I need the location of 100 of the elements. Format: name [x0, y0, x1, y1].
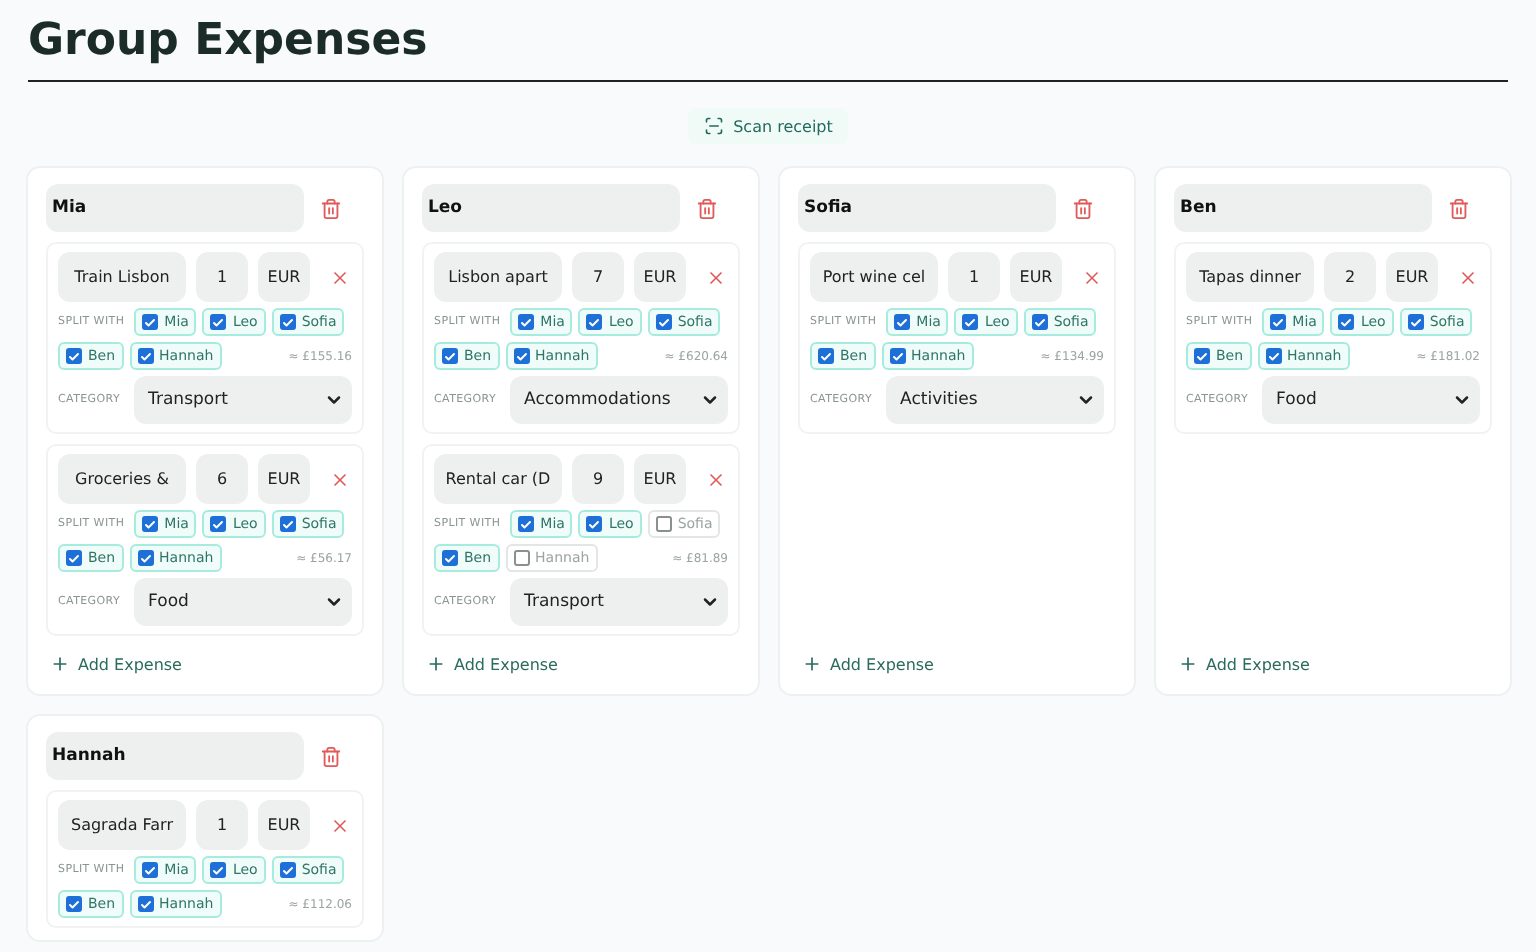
checkbox[interactable] — [655, 314, 672, 330]
checkbox[interactable] — [586, 516, 603, 532]
name-field[interactable]: Hannah — [46, 732, 304, 780]
add-expense-button[interactable]: Add Expense — [422, 646, 562, 682]
checkbox[interactable] — [210, 314, 227, 330]
checkbox[interactable] — [442, 550, 458, 566]
checkbox[interactable] — [142, 516, 159, 532]
remove-icon[interactable] — [330, 267, 350, 287]
name-field[interactable]: Ben — [1174, 184, 1432, 232]
category-select[interactable]: Transport — [134, 376, 352, 424]
checkbox[interactable] — [962, 314, 979, 330]
checkbox[interactable] — [279, 516, 296, 532]
amount-field[interactable]: 1 — [196, 800, 248, 850]
remove-icon[interactable] — [1458, 267, 1478, 287]
check-icon — [68, 349, 80, 363]
checkbox[interactable] — [279, 314, 296, 330]
check-icon — [212, 517, 225, 531]
check-icon — [1196, 349, 1208, 363]
checkbox[interactable] — [818, 348, 834, 364]
description-field[interactable]: Rental car (D — [434, 454, 562, 504]
currency-select[interactable]: EUR — [258, 800, 310, 850]
checkbox[interactable] — [513, 550, 530, 566]
remove-icon[interactable] — [330, 469, 350, 489]
checkbox[interactable] — [442, 348, 458, 364]
checkbox[interactable] — [1407, 314, 1424, 330]
currency-select[interactable]: EUR — [258, 454, 310, 504]
currency-select[interactable]: EUR — [634, 252, 686, 302]
amount-field[interactable]: 6 — [196, 454, 248, 504]
checkbox[interactable] — [655, 516, 672, 532]
checkbox[interactable] — [1338, 314, 1355, 330]
currency-select[interactable]: EUR — [258, 252, 310, 302]
category-select[interactable]: Accommodations — [510, 376, 728, 424]
checkbox[interactable] — [142, 314, 159, 330]
delete-icon[interactable] — [320, 745, 342, 767]
check-icon — [139, 551, 152, 565]
remove-icon[interactable] — [1082, 267, 1102, 287]
description-field[interactable]: Train Lisbon — [58, 252, 186, 302]
amount-field[interactable]: 9 — [572, 454, 624, 504]
scan-icon — [703, 116, 724, 136]
description-field[interactable]: Lisbon apart — [434, 252, 562, 302]
add-expense-button[interactable]: Add Expense — [46, 646, 186, 682]
remove-icon[interactable] — [706, 267, 726, 287]
scan-receipt-button[interactable]: Scan receipt — [687, 108, 849, 144]
currency-select[interactable]: EUR — [634, 454, 686, 504]
checkbox[interactable] — [66, 896, 82, 912]
checkbox[interactable] — [586, 314, 603, 330]
checkbox[interactable] — [137, 896, 154, 912]
add-expense-button[interactable]: Add Expense — [1174, 646, 1314, 682]
checkbox[interactable] — [279, 862, 296, 878]
remove-icon[interactable] — [330, 815, 350, 835]
chevron-down-icon — [1452, 390, 1472, 410]
remove-icon[interactable] — [706, 469, 726, 489]
currency-select[interactable]: EUR — [1386, 252, 1438, 302]
checkbox[interactable] — [1194, 348, 1210, 364]
check-icon — [657, 315, 670, 329]
description-field[interactable]: Sagrada Farr — [58, 800, 186, 850]
category-select[interactable]: Food — [134, 578, 352, 626]
currency-select[interactable]: EUR — [1010, 252, 1062, 302]
checkbox[interactable] — [137, 550, 154, 566]
amount-field[interactable]: 2 — [1324, 252, 1376, 302]
checkbox[interactable] — [1031, 314, 1048, 330]
checkbox[interactable] — [894, 314, 911, 330]
amount-field[interactable]: 1 — [948, 252, 1000, 302]
checkbox[interactable] — [210, 516, 227, 532]
check-icon — [520, 315, 533, 329]
name-field[interactable]: Mia — [46, 184, 304, 232]
delete-icon[interactable] — [696, 197, 718, 219]
check-icon — [444, 551, 456, 565]
checkbox[interactable] — [142, 862, 159, 878]
name-field[interactable]: Leo — [422, 184, 680, 232]
page-title: Group Expenses — [28, 16, 1508, 82]
amount-field[interactable]: 7 — [572, 252, 624, 302]
category-select[interactable]: Activities — [886, 376, 1104, 424]
checkbox[interactable] — [513, 348, 530, 364]
category-select[interactable]: Transport — [510, 578, 728, 626]
checkbox[interactable] — [518, 314, 535, 330]
delete-icon[interactable] — [1072, 197, 1094, 219]
check-icon — [820, 349, 832, 363]
checkbox[interactable] — [518, 516, 535, 532]
chevron-down-icon — [1076, 390, 1096, 410]
description-field[interactable]: Port wine cel — [810, 252, 938, 302]
checkbox[interactable] — [889, 348, 906, 364]
amount-field[interactable]: 1 — [196, 252, 248, 302]
chevron-down-icon — [324, 390, 344, 410]
description-field[interactable]: Tapas dinner — [1186, 252, 1314, 302]
check-icon — [281, 315, 294, 329]
checkbox[interactable] — [1270, 314, 1287, 330]
delete-icon[interactable] — [1448, 197, 1470, 219]
delete-icon[interactable] — [320, 197, 342, 219]
checkbox[interactable] — [66, 348, 82, 364]
checkbox[interactable] — [137, 348, 154, 364]
add-expense-button[interactable]: Add Expense — [798, 646, 938, 682]
check-icon — [588, 517, 601, 531]
category-select[interactable]: Food — [1262, 376, 1480, 424]
name-field[interactable]: Sofia — [798, 184, 1056, 232]
checkbox[interactable] — [210, 862, 227, 878]
check-icon — [68, 897, 80, 911]
checkbox[interactable] — [66, 550, 82, 566]
checkbox[interactable] — [1265, 348, 1282, 364]
description-field[interactable]: Groceries & — [58, 454, 186, 504]
